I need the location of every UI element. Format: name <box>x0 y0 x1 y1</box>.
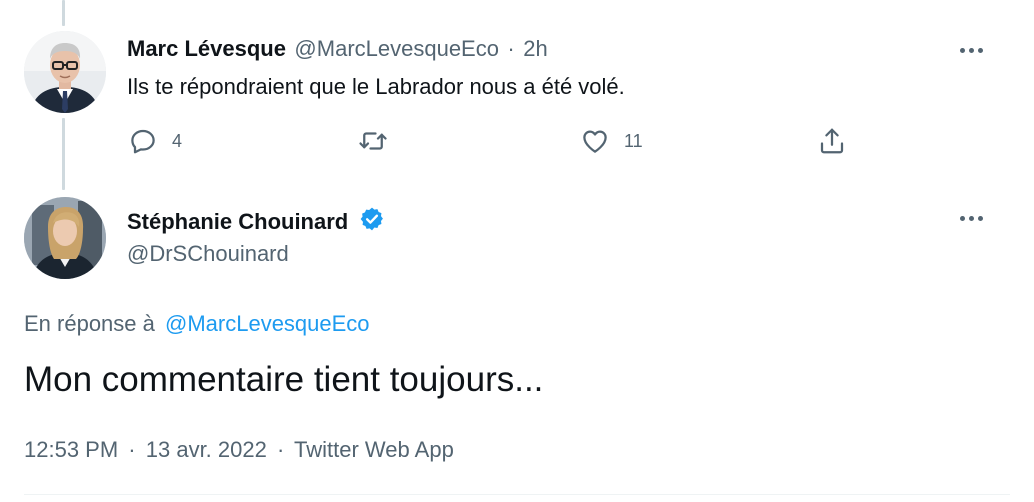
author-name[interactable]: Stéphanie Chouinard <box>127 209 348 234</box>
avatar-marc-image <box>24 31 106 113</box>
author-handle[interactable]: @DrSChouinard <box>127 241 289 267</box>
like-button[interactable]: 11 <box>580 126 643 156</box>
retweet-icon <box>359 132 387 150</box>
reply-tweet-header: Marc Lévesque @MarcLevesqueEco · 2h <box>127 36 548 62</box>
reply-icon <box>131 129 155 154</box>
tweet-time-ago[interactable]: 2h <box>523 36 547 61</box>
like-icon <box>583 130 607 153</box>
author-handle[interactable]: @MarcLevesqueEco <box>294 36 499 61</box>
thread-line-top <box>62 0 65 26</box>
tweet-text: Ils te répondraient que le Labrador nous… <box>127 74 625 99</box>
more-icon[interactable] <box>951 208 991 228</box>
author-name[interactable]: Marc Lévesque <box>127 36 286 61</box>
reply-count: 4 <box>172 130 183 151</box>
thread-line-bottom <box>62 118 65 190</box>
avatar-stephanie-image <box>24 197 106 279</box>
more-icon[interactable] <box>951 40 991 60</box>
tweet-source[interactable]: Twitter Web App <box>294 437 454 462</box>
like-count: 11 <box>624 130 643 151</box>
meta-separator: · <box>276 437 285 462</box>
retweet-button[interactable] <box>358 126 402 156</box>
reply-prefix: En réponse à <box>24 311 155 336</box>
verified-badge-icon <box>360 207 383 231</box>
share-button[interactable] <box>817 126 847 156</box>
divider <box>24 494 1010 495</box>
reply-to-link[interactable]: @MarcLevesqueEco <box>165 311 370 336</box>
avatar-marc[interactable] <box>24 31 106 113</box>
tweet-metadata: 12:53 PM · 13 avr. 2022 · Twitter Web Ap… <box>24 437 454 463</box>
share-icon <box>820 128 844 154</box>
avatar-stephanie[interactable] <box>24 197 106 279</box>
header-separator: · <box>507 36 515 61</box>
reply-button[interactable]: 4 <box>128 126 182 156</box>
main-tweet-header: Stéphanie Chouinard <box>127 206 385 235</box>
meta-separator: · <box>128 437 136 462</box>
tweet-text: Mon commentaire tient toujours... <box>24 360 544 399</box>
tweet-time[interactable]: 12:53 PM <box>24 437 118 462</box>
reply-context: En réponse à @MarcLevesqueEco <box>24 311 370 337</box>
tweet-date[interactable]: 13 avr. 2022 <box>146 437 267 462</box>
